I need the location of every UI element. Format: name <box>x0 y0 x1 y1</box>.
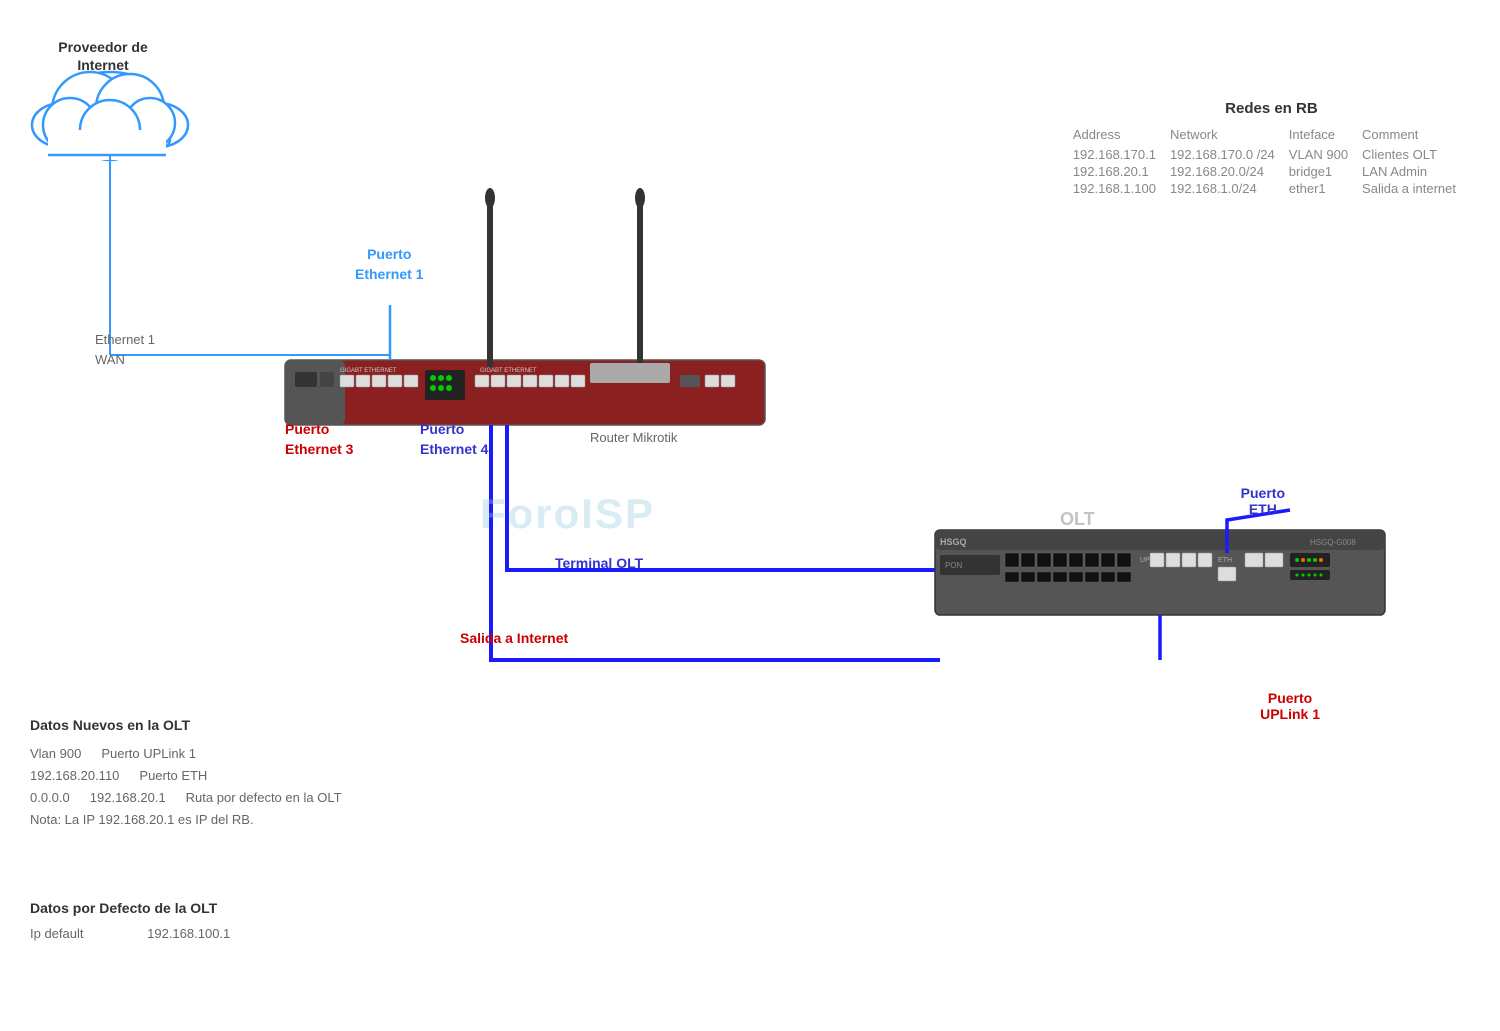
table-cell-1-2: bridge1 <box>1289 163 1362 180</box>
puerto-eth-text: Puerto ETH <box>139 765 207 787</box>
table-cell-2-3: Salida a internet <box>1362 180 1470 197</box>
cloud-label: Proveedor de Internet <box>38 38 168 74</box>
datos-row-2: 192.168.20.110 Puerto ETH <box>30 765 342 787</box>
puerto-eth4-line1: Puerto <box>420 420 488 440</box>
datos-nuevos-info: Vlan 900 Puerto UPLink 1 192.168.20.110 … <box>30 743 342 831</box>
router-mikrotik: GIGABT ETHERNET GIGABT ETHERNET <box>285 188 765 425</box>
puerto-eth-line2: ETH <box>1241 501 1285 517</box>
svg-text:GIGABT ETHERNET: GIGABT ETHERNET <box>480 368 537 374</box>
network-table-title: Redes en RB <box>1073 100 1470 117</box>
table-cell-1-0: 192.168.20.1 <box>1073 163 1170 180</box>
puerto-uplink-line2: UPLink 1 <box>1260 706 1320 722</box>
datos-nuevos-title: Datos Nuevos en la OLT <box>30 717 342 733</box>
salida-internet-label: Salida a Internet <box>460 630 568 646</box>
cloud-line2: Internet <box>77 57 128 73</box>
default-route: 0.0.0.0 <box>30 787 70 809</box>
table-cell-0-3: Clientes OLT <box>1362 146 1470 163</box>
puerto-eth3-line1: Puerto <box>285 420 353 440</box>
table-cell-2-0: 192.168.1.100 <box>1073 180 1170 197</box>
puerto-eth1-line1: Puerto <box>355 245 423 265</box>
table-cell-2-1: 192.168.1.0/24 <box>1170 180 1289 197</box>
puerto-uplink-label: Puerto UPLink 1 <box>1260 690 1320 722</box>
puerto-eth1-line2: Ethernet 1 <box>355 265 423 285</box>
table-row: 192.168.170.1192.168.170.0 /24VLAN 900Cl… <box>1073 146 1470 163</box>
col-comment: Comment <box>1362 125 1470 146</box>
svg-text:OLT: OLT <box>1060 509 1095 529</box>
puerto-eth1-label: Puerto Ethernet 1 <box>355 245 423 284</box>
puerto-eth3-line2: Ethernet 3 <box>285 440 353 460</box>
table-cell-0-1: 192.168.170.0 /24 <box>1170 146 1289 163</box>
svg-text:HSGQ-G008: HSGQ-G008 <box>1310 538 1356 547</box>
datos-defecto-title: Datos por Defecto de la OLT <box>30 900 230 916</box>
puerto-eth4-label: Puerto Ethernet 4 <box>420 420 488 459</box>
datos-nota: Nota: La IP 192.168.20.1 es IP del RB. <box>30 809 342 831</box>
eth3-to-olt-line <box>491 425 940 660</box>
table-cell-0-2: VLAN 900 <box>1289 146 1362 163</box>
svg-text:PON: PON <box>945 561 963 570</box>
network-info-table: Address Network Inteface Comment 192.168… <box>1073 125 1470 197</box>
col-network: Network <box>1170 125 1289 146</box>
watermark: ForoISP <box>480 490 655 538</box>
col-interface: Inteface <box>1289 125 1362 146</box>
puerto-uplink1: Puerto UPLink 1 <box>101 743 196 765</box>
terminal-olt-text: Terminal OLT <box>555 555 643 571</box>
router-name: Router Mikrotik <box>590 430 677 445</box>
table-cell-2-2: ether1 <box>1289 180 1362 197</box>
puerto-eth3-label: Puerto Ethernet 3 <box>285 420 353 459</box>
datos-row-1: Vlan 900 Puerto UPLink 1 <box>30 743 342 765</box>
cloud-group <box>32 72 188 160</box>
datos-row-3: 0.0.0.0 192.168.20.1 Ruta por defecto en… <box>30 787 342 809</box>
eth1-label: Ethernet 1 <box>95 330 155 350</box>
puerto-eth4-line2: Ethernet 4 <box>420 440 488 460</box>
watermark-text: ForoISP <box>480 490 655 537</box>
table-header-row: Address Network Inteface Comment <box>1073 125 1470 146</box>
network-table: Redes en RB Address Network Inteface Com… <box>1073 100 1470 197</box>
gateway: 192.168.20.1 <box>90 787 166 809</box>
diagram-container: GIGABT ETHERNET GIGABT ETHERNET PON <box>0 0 1500 1031</box>
table-cell-1-3: LAN Admin <box>1362 163 1470 180</box>
table-row: 192.168.1.100192.168.1.0/24ether1Salida … <box>1073 180 1470 197</box>
router-label: Router Mikrotik <box>590 430 677 445</box>
puerto-eth-label: Puerto ETH <box>1241 485 1285 517</box>
vlan900: Vlan 900 <box>30 743 81 765</box>
svg-text:HSGQ: HSGQ <box>940 537 967 547</box>
ip-olt: 192.168.20.110 <box>30 765 119 787</box>
ip-default-value: 192.168.100.1 <box>147 926 230 941</box>
wan-label: WAN <box>95 350 155 370</box>
col-address: Address <box>1073 125 1170 146</box>
salida-internet-text: Salida a Internet <box>460 630 568 646</box>
table-cell-0-0: 192.168.170.1 <box>1073 146 1170 163</box>
datos-nuevos-section: Datos Nuevos en la OLT Vlan 900 Puerto U… <box>30 717 342 831</box>
ruta-defecto: Ruta por defecto en la OLT <box>186 787 342 809</box>
datos-defecto-section: Datos por Defecto de la OLT Ip default 1… <box>30 900 230 941</box>
table-cell-1-1: 192.168.20.0/24 <box>1170 163 1289 180</box>
datos-defecto-info: Ip default 192.168.100.1 <box>30 926 230 941</box>
olt-device: PON UPLINK ETH <box>935 509 1385 615</box>
svg-text:GIGABT ETHERNET: GIGABT ETHERNET <box>340 368 397 374</box>
cloud-line1: Proveedor de <box>58 39 147 55</box>
puerto-uplink-line1: Puerto <box>1260 690 1320 706</box>
eth1-wan-label: Ethernet 1 WAN <box>95 330 155 369</box>
puerto-eth-line1: Puerto <box>1241 485 1285 501</box>
terminal-olt-label: Terminal OLT <box>555 555 643 571</box>
svg-text:ETH: ETH <box>1218 557 1232 564</box>
table-row: 192.168.20.1192.168.20.0/24bridge1LAN Ad… <box>1073 163 1470 180</box>
ip-default-label: Ip default <box>30 926 84 941</box>
